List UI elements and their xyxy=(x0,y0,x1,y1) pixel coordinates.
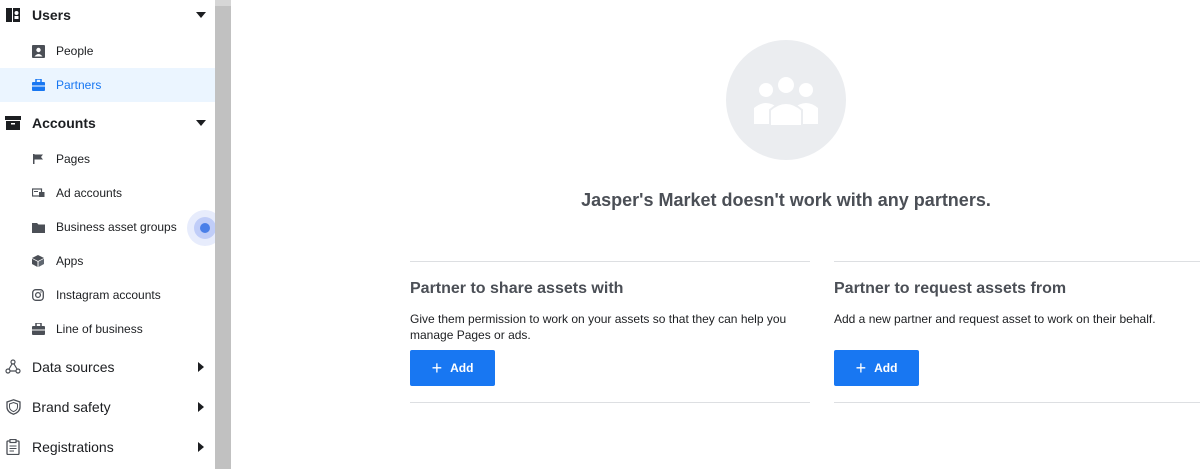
briefcase-icon xyxy=(31,322,45,336)
sidebar-section-accounts[interactable]: Accounts xyxy=(0,106,215,140)
request-assets-card: Partner to request assets from Add a new… xyxy=(834,261,1200,403)
archive-icon xyxy=(4,114,22,132)
sidebar-section-label: Accounts xyxy=(32,115,96,131)
main-content: Jasper's Market doesn't work with any pa… xyxy=(231,0,1200,469)
ad-account-icon xyxy=(31,186,45,200)
sidebar-item-label: People xyxy=(56,44,94,58)
sidebar-item-label: Apps xyxy=(56,254,84,268)
plus-icon: + xyxy=(855,358,867,378)
caret-right-icon xyxy=(196,442,206,452)
sidebar-section-data-sources[interactable]: Data sources xyxy=(0,350,215,384)
add-share-partner-button[interactable]: + Add xyxy=(410,350,495,386)
sidebar-section-users[interactable]: Users xyxy=(0,0,215,32)
group-people-icon xyxy=(754,75,818,127)
data-sources-icon xyxy=(4,358,22,376)
button-label: Add xyxy=(874,361,898,375)
caret-right-icon xyxy=(196,402,206,412)
sidebar-section-brand-safety[interactable]: Brand safety xyxy=(0,390,215,424)
sidebar-section-label: Users xyxy=(32,7,71,23)
add-request-partner-button[interactable]: + Add xyxy=(834,350,919,386)
sidebar-item-pages[interactable]: Pages xyxy=(0,142,215,176)
sidebar-item-business-asset-groups[interactable]: Business asset groups xyxy=(0,210,215,244)
empty-state-title: Jasper's Market doesn't work with any pa… xyxy=(581,190,991,210)
plus-icon: + xyxy=(431,358,443,378)
caret-down-icon xyxy=(196,118,206,128)
sidebar-section-label: Registrations xyxy=(32,439,114,455)
sidebar-section-label: Data sources xyxy=(32,359,115,375)
sidebar-item-label: Pages xyxy=(56,152,91,166)
sidebar-item-partners[interactable]: Partners xyxy=(0,68,215,102)
sidebar-item-label: Line of business xyxy=(56,322,143,336)
clipboard-icon xyxy=(4,438,22,456)
instagram-icon xyxy=(31,288,45,302)
sidebar-item-label: Partners xyxy=(56,78,102,92)
flag-icon xyxy=(31,152,45,166)
sidebar-item-label: Ad accounts xyxy=(56,186,123,200)
sidebar-item-apps[interactable]: Apps xyxy=(0,244,215,278)
sidebar-section-registrations[interactable]: Registrations xyxy=(0,430,215,464)
sidebar-item-label: Business asset groups xyxy=(56,220,177,234)
users-icon xyxy=(4,6,22,24)
sidebar-item-label: Instagram accounts xyxy=(56,288,161,302)
cube-icon xyxy=(31,254,45,268)
caret-down-icon xyxy=(196,10,206,20)
sidebar-item-line-of-business[interactable]: Line of business xyxy=(0,312,215,346)
sidebar: Users People Partners Accounts Pages Ad … xyxy=(0,0,223,469)
sidebar-item-instagram-accounts[interactable]: Instagram accounts xyxy=(0,278,215,312)
sidebar-item-people[interactable]: People xyxy=(0,34,215,68)
folder-icon xyxy=(31,220,45,234)
partners-illustration xyxy=(726,40,846,160)
shield-icon xyxy=(4,398,22,416)
button-label: Add xyxy=(450,361,474,375)
share-card-description: Give them permission to work on your ass… xyxy=(410,312,787,342)
briefcase-icon xyxy=(31,78,45,92)
request-card-title: Partner to request assets from xyxy=(834,280,1067,297)
sidebar-scrollbar[interactable] xyxy=(215,0,231,469)
sidebar-section-label: Brand safety xyxy=(32,399,111,415)
caret-right-icon xyxy=(196,362,206,372)
share-assets-card: Partner to share assets with Give them p… xyxy=(410,261,810,403)
click-indicator-core xyxy=(200,223,210,233)
sidebar-item-ad-accounts[interactable]: Ad accounts xyxy=(0,176,215,210)
person-icon xyxy=(31,44,45,58)
request-card-description: Add a new partner and request asset to w… xyxy=(834,312,1156,326)
scrollbar-up-arrow[interactable] xyxy=(215,0,231,6)
share-card-title: Partner to share assets with xyxy=(410,280,624,297)
click-indicator-ring xyxy=(194,217,216,239)
